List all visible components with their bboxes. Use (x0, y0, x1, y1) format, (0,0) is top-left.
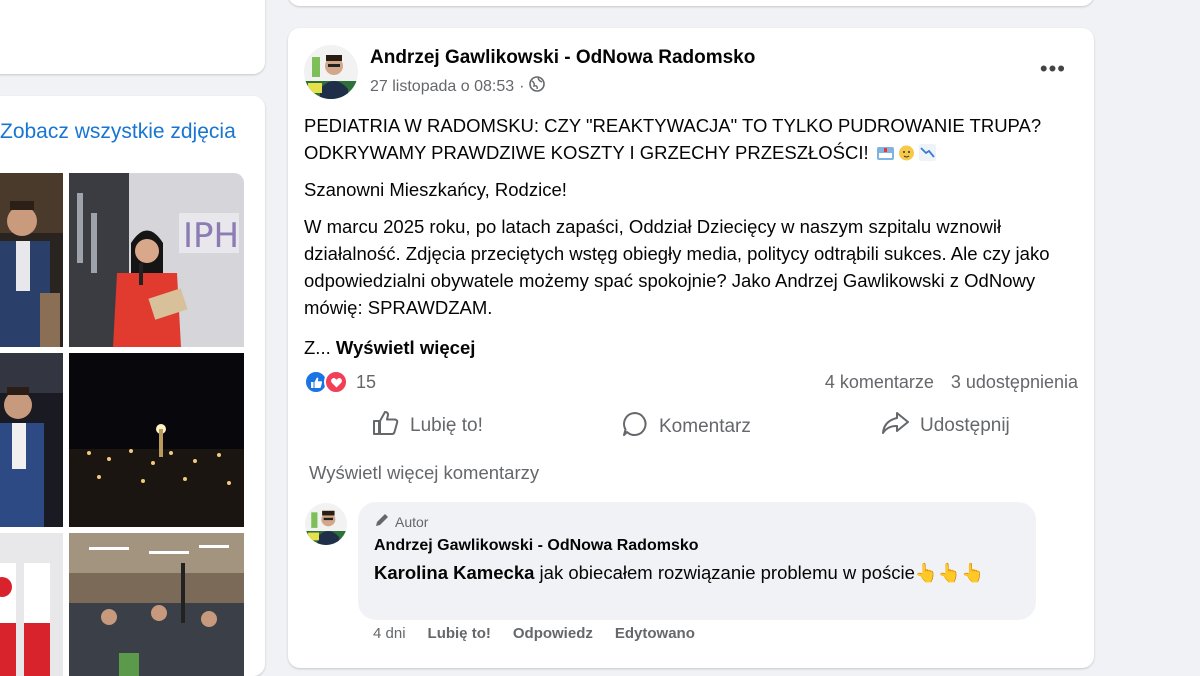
engagement-counts: 4 komentarze 3 udostępnienia (813, 372, 1078, 393)
post-truncated: Z... Wyświetl więcej (304, 334, 1084, 361)
comment-text: Karolina Kamecka jak obiecałem rozwiązan… (374, 559, 1024, 586)
chart-decreasing-emoji-icon (918, 142, 937, 161)
comment-like-button[interactable]: Lubię to! (428, 625, 491, 642)
comment-author-name[interactable]: Andrzej Gawlikowski - OdNowa Radomsko (374, 537, 699, 555)
post-meta: 27 listopada o 08:53 · (370, 76, 546, 97)
reactions-summary[interactable]: 15 (304, 370, 376, 394)
speech-bubble-icon (621, 410, 649, 444)
comment-bubble: Autor Andrzej Gawlikowski - OdNowa Radom… (358, 502, 1036, 620)
author-avatar[interactable] (304, 45, 358, 99)
hospital-emoji-icon (876, 142, 895, 161)
svg-text:IPH: IPH (183, 216, 239, 256)
share-button[interactable]: Udostępnij (880, 410, 1010, 442)
share-label: Udostępnij (920, 415, 1010, 436)
like-button[interactable]: Lubię to! (372, 410, 483, 442)
comments-count-link[interactable]: 4 komentarze (825, 372, 934, 392)
shares-count-link[interactable]: 3 udostępnienia (951, 372, 1078, 392)
photo-thumbnail-3[interactable] (0, 353, 63, 527)
comment-body: jak obiecałem rozwiązanie problemu w poś… (534, 562, 984, 583)
commenter-avatar[interactable] (305, 503, 347, 545)
thumbs-up-icon (372, 410, 400, 442)
like-label: Lubię to! (410, 415, 483, 436)
photo-thumbnail-2[interactable]: IPH (69, 173, 244, 347)
post-headline: PEDIATRIA W RADOMSKU: CZY "REAKTYWACJA" … (304, 112, 1084, 166)
pencil-icon (374, 512, 390, 531)
view-more-comments-link[interactable]: Wyświetl więcej komentarzy (309, 462, 539, 484)
photo-thumbnail-5[interactable] (0, 533, 63, 676)
meta-separator: · (519, 77, 525, 95)
post-body: W marcu 2025 roku, po latach zapaści, Od… (304, 216, 1050, 318)
comment-actions: 4 dni Lubię to! Odpowiedz Edytowano (373, 625, 695, 642)
share-arrow-icon (880, 410, 910, 442)
post-card: Andrzej Gawlikowski - OdNowa Radomsko 27… (288, 28, 1094, 668)
comment-age[interactable]: 4 dni (373, 625, 406, 642)
sidebar-photos-card: Zobacz wszystkie zdjęcia IPH (0, 96, 265, 676)
previous-post-card (288, 0, 1094, 6)
globe-icon (529, 76, 546, 97)
photo-thumbnail-1[interactable] (0, 173, 63, 347)
post-author-name[interactable]: Andrzej Gawlikowski - OdNowa Radomsko (370, 47, 755, 69)
reactions-count: 15 (356, 371, 377, 392)
post-options-ellipsis-icon[interactable]: ••• (1040, 56, 1066, 82)
baby-emoji-icon (897, 142, 916, 161)
author-badge: Autor (374, 512, 428, 531)
comment-label: Komentarz (659, 416, 751, 437)
headline-line-1: PEDIATRIA W RADOMSKU: CZY "REAKTYWACJA" … (304, 115, 1042, 136)
comment-edited-label[interactable]: Edytowano (615, 625, 695, 642)
headline-line-2: ODKRYWAMY PRAWDZIWE KOSZTY I GRZECHY PRZ… (304, 142, 869, 163)
photo-thumbnail-6[interactable] (69, 533, 244, 676)
sidebar-intro-card (0, 0, 265, 74)
see-all-photos-link[interactable]: Zobacz wszystkie zdjęcia (0, 120, 236, 144)
comment-button[interactable]: Komentarz (621, 410, 751, 444)
see-more-link[interactable]: Wyświetl więcej (336, 337, 476, 358)
author-badge-label: Autor (395, 513, 429, 530)
truncated-text: Z... (304, 337, 331, 358)
post-timestamp[interactable]: 27 listopada o 08:53 (370, 78, 514, 96)
love-reaction-icon (324, 370, 348, 394)
mention-link[interactable]: Karolina Kamecka (374, 562, 534, 583)
comment-reply-button[interactable]: Odpowiedz (513, 625, 593, 642)
photo-thumbnail-4[interactable] (69, 353, 244, 527)
post-greeting: Szanowni Mieszkańcy, Rodzice! (304, 179, 567, 200)
